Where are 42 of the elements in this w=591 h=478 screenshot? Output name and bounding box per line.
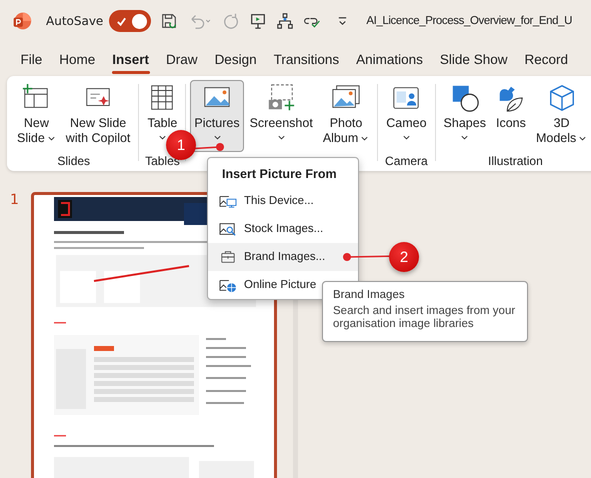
customize-caret-icon[interactable]: [337, 16, 348, 26]
group-label: Illustration: [488, 153, 543, 170]
slide-number: 1: [10, 192, 19, 210]
ribbon-tab[interactable]: File: [12, 48, 51, 70]
autosave-toggle[interactable]: [109, 10, 152, 32]
tooltip-text: Search and insert images from your organisation image libraries: [333, 305, 516, 331]
picture-search-icon: [219, 221, 237, 237]
ribbon-tab[interactable]: Design: [206, 48, 266, 70]
document-title: AI_Licence_Process_Overview_for_End_U: [366, 15, 572, 27]
checkmark-icon: [116, 16, 128, 26]
hierarchy-icon[interactable]: [276, 12, 294, 30]
ribbon-command[interactable]: Shapes: [440, 80, 490, 152]
briefcase-icon: [219, 249, 237, 265]
ribbon-tab[interactable]: Slide Show: [431, 48, 516, 70]
menu-item[interactable]: This Device...: [208, 187, 358, 215]
presentation-icon[interactable]: [249, 12, 268, 30]
ribbon-tab[interactable]: Draw: [158, 48, 206, 70]
ribbon-command[interactable]: Cameo: [382, 80, 431, 152]
tooltip-title: Brand Images: [333, 289, 406, 301]
picture-globe-icon: [219, 277, 237, 293]
picture-monitor-icon: [219, 193, 237, 209]
ribbon-command[interactable]: 3D Models: [532, 80, 591, 152]
ribbon-command[interactable]: New Slide with Copilot: [62, 80, 134, 152]
ribbon-command[interactable]: Photo Album: [318, 80, 374, 152]
ribbon-tab[interactable]: Home: [50, 48, 104, 70]
group-label: Slides: [57, 153, 90, 170]
step-marker: 2: [389, 242, 419, 272]
ribbon-tab[interactable]: Transitions: [265, 48, 348, 70]
ribbon-command[interactable]: Icons: [492, 80, 530, 152]
menu-heading: Insert Picture From: [221, 166, 338, 183]
ribbon-command[interactable]: Pictures: [190, 80, 244, 152]
ribbon-command[interactable]: Screenshot: [246, 80, 317, 152]
screenshot-icon: [266, 83, 296, 113]
autosave-label: AutoSave: [46, 14, 104, 28]
menu-item[interactable]: Stock Images...: [208, 215, 358, 243]
save-icon[interactable]: [160, 12, 178, 30]
group-label: Camera: [385, 153, 428, 170]
ribbon-command[interactable]: New Slide: [13, 80, 60, 152]
powerpoint-logo-icon: [12, 11, 32, 31]
menu-item[interactable]: Brand Images...: [208, 243, 358, 271]
ribbon-tab[interactable]: Record: [516, 48, 576, 70]
ribbon-tab[interactable]: Animations: [348, 48, 432, 70]
